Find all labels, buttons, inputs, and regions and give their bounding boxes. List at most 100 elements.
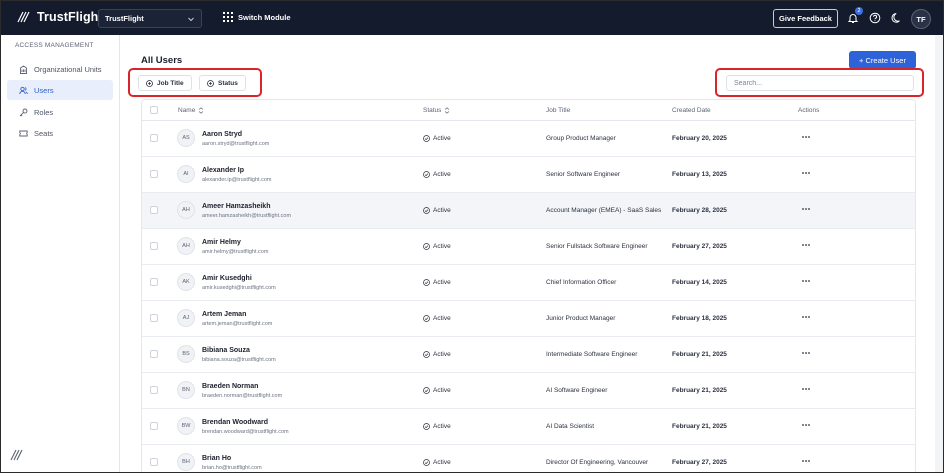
brand[interactable]: TrustFlight bbox=[17, 10, 103, 24]
user-name[interactable]: Alexander Ip bbox=[202, 167, 244, 174]
row-checkbox[interactable] bbox=[150, 458, 158, 466]
row-checkbox[interactable] bbox=[150, 242, 158, 250]
more-actions-icon[interactable] bbox=[800, 240, 812, 250]
job-title: Senior Software Engineer bbox=[546, 171, 621, 178]
status-label: Active bbox=[433, 387, 451, 394]
row-checkbox[interactable] bbox=[150, 422, 158, 430]
check-circle-icon bbox=[423, 171, 430, 178]
user-email: amir.kusedghi@trustflight.com bbox=[202, 285, 276, 291]
help-icon[interactable] bbox=[869, 12, 881, 24]
user-initials-avatar: BN bbox=[177, 381, 195, 399]
more-actions-icon[interactable] bbox=[800, 420, 812, 430]
table-row[interactable]: AH Amir Helmy amir.helmy@trustflight.com Ac… bbox=[142, 229, 915, 265]
moon-icon[interactable] bbox=[891, 12, 903, 24]
row-checkbox[interactable] bbox=[150, 386, 158, 394]
user-name[interactable]: Brendan Woodward bbox=[202, 419, 268, 426]
row-checkbox[interactable] bbox=[150, 350, 158, 358]
row-checkbox[interactable] bbox=[150, 278, 158, 286]
user-initials-avatar: AH bbox=[177, 201, 195, 219]
created-date: February 27, 2025 bbox=[672, 243, 727, 250]
user-name[interactable]: Amir Helmy bbox=[202, 239, 241, 246]
job-title: Intermediate Software Engineer bbox=[546, 351, 638, 358]
sidebar-item-label: Seats bbox=[34, 128, 54, 138]
check-circle-icon bbox=[423, 135, 430, 142]
search-input[interactable] bbox=[726, 75, 914, 91]
key-icon bbox=[19, 108, 28, 116]
sidebar-item-roles[interactable]: Roles bbox=[7, 102, 113, 122]
more-actions-icon[interactable] bbox=[800, 348, 812, 358]
chevron-down-icon bbox=[188, 17, 194, 21]
users-icon bbox=[19, 86, 28, 94]
user-name[interactable]: Braeden Norman bbox=[202, 383, 258, 390]
check-circle-icon bbox=[423, 459, 430, 466]
create-user-button[interactable]: + Create User bbox=[849, 51, 916, 69]
sort-icon bbox=[445, 107, 450, 114]
table-row[interactable]: AI Alexander Ip alexander.ip@trustflight.c… bbox=[142, 157, 915, 193]
column-header-status[interactable]: Status bbox=[423, 107, 450, 114]
select-all-checkbox[interactable] bbox=[150, 106, 158, 114]
table-row[interactable]: BN Braeden Norman braeden.norman@trustflig… bbox=[142, 373, 915, 409]
table-row[interactable]: AH Ameer Hamzasheikh ameer.hamzasheikh@tru… bbox=[142, 193, 915, 229]
main-content: All Users + Create User Job Title Status… bbox=[120, 35, 943, 472]
user-initials-avatar: AJ bbox=[177, 309, 195, 327]
notification-badge: 2 bbox=[855, 7, 863, 15]
created-date: February 21, 2025 bbox=[672, 423, 727, 430]
page-scrollbar[interactable] bbox=[935, 35, 943, 472]
check-circle-icon bbox=[423, 243, 430, 250]
row-checkbox[interactable] bbox=[150, 206, 158, 214]
user-initials-avatar: BH bbox=[177, 453, 195, 471]
switch-module-button[interactable]: Switch Module bbox=[223, 12, 291, 22]
more-actions-icon[interactable] bbox=[800, 204, 812, 214]
sidebar-item-label: Roles bbox=[34, 107, 54, 117]
table-row[interactable]: AS Aaron Stryd aaron.stryd@trustflight.com… bbox=[142, 121, 915, 157]
more-actions-icon[interactable] bbox=[800, 132, 812, 142]
sidebar: ACCESS MANAGEMENT Organizational Units U… bbox=[1, 35, 120, 472]
more-actions-icon[interactable] bbox=[800, 456, 812, 466]
user-email: bibiana.souza@trustflight.com bbox=[202, 357, 276, 363]
sidebar-item-label: Users bbox=[34, 85, 54, 95]
table-row[interactable]: AK Amir Kusedghi amir.kusedghi@trustflight… bbox=[142, 265, 915, 301]
status-label: Active bbox=[433, 423, 451, 430]
page-title: All Users bbox=[141, 55, 183, 66]
status-badge: Active bbox=[423, 279, 451, 286]
more-actions-icon[interactable] bbox=[800, 384, 812, 394]
created-date: February 13, 2025 bbox=[672, 171, 727, 178]
column-header-actions: Actions bbox=[798, 107, 820, 114]
table-row[interactable]: BW Brendan Woodward brendan.woodward@trust… bbox=[142, 409, 915, 445]
sidebar-item-seats[interactable]: Seats bbox=[7, 123, 113, 143]
user-name[interactable]: Amir Kusedghi bbox=[202, 275, 252, 282]
user-name[interactable]: Aaron Stryd bbox=[202, 131, 242, 138]
status-badge: Active bbox=[423, 423, 451, 430]
user-name[interactable]: Brian Ho bbox=[202, 455, 231, 462]
user-name[interactable]: Ameer Hamzasheikh bbox=[202, 203, 270, 210]
check-circle-icon bbox=[423, 423, 430, 430]
sidebar-item-organizational-units[interactable]: Organizational Units bbox=[7, 59, 113, 79]
table-row[interactable]: BH Brian Ho brian.ho@trustflight.com Active… bbox=[142, 445, 915, 472]
status-badge: Active bbox=[423, 171, 451, 178]
status-badge: Active bbox=[423, 243, 451, 250]
table-row[interactable]: AJ Artem Jeman artem.jeman@trustflight.com… bbox=[142, 301, 915, 337]
filter-status-button[interactable]: Status bbox=[199, 75, 246, 91]
status-badge: Active bbox=[423, 459, 451, 466]
more-actions-icon[interactable] bbox=[800, 312, 812, 322]
table-row[interactable]: BS Bibiana Souza bibiana.souza@trustflight… bbox=[142, 337, 915, 373]
organization-select[interactable]: TrustFlight bbox=[98, 9, 202, 28]
row-checkbox[interactable] bbox=[150, 170, 158, 178]
status-label: Active bbox=[433, 135, 451, 142]
user-name[interactable]: Artem Jeman bbox=[202, 311, 246, 318]
sidebar-item-users[interactable]: Users bbox=[7, 80, 113, 100]
row-checkbox[interactable] bbox=[150, 314, 158, 322]
user-email: brian.ho@trustflight.com bbox=[202, 465, 262, 471]
organization-select-value: TrustFlight bbox=[105, 14, 144, 23]
filter-job-title-button[interactable]: Job Title bbox=[138, 75, 192, 91]
user-name[interactable]: Bibiana Souza bbox=[202, 347, 250, 354]
user-avatar[interactable]: TF bbox=[911, 9, 931, 29]
column-header-name[interactable]: Name bbox=[178, 107, 204, 114]
created-date: February 21, 2025 bbox=[672, 351, 727, 358]
row-checkbox[interactable] bbox=[150, 134, 158, 142]
status-label: Active bbox=[433, 315, 451, 322]
more-actions-icon[interactable] bbox=[800, 168, 812, 178]
give-feedback-button[interactable]: Give Feedback bbox=[773, 9, 838, 28]
user-initials-avatar: AH bbox=[177, 237, 195, 255]
more-actions-icon[interactable] bbox=[800, 276, 812, 286]
